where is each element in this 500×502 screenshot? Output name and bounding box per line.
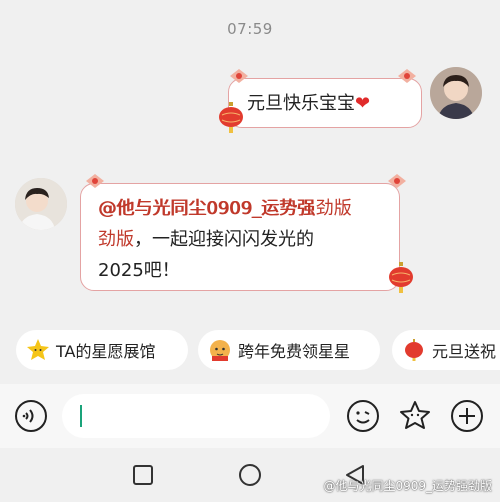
chip-new-year-blessing[interactable]: 元旦送祝 bbox=[392, 330, 500, 370]
recents-square-icon[interactable] bbox=[132, 464, 154, 486]
home-circle-icon[interactable] bbox=[238, 463, 262, 487]
watermark: @他与光同尘0909_运势强劲版 bbox=[323, 479, 492, 493]
knot-decoration-icon bbox=[86, 174, 104, 188]
knot-decoration-icon bbox=[230, 69, 248, 83]
chip-new-year-stars[interactable]: 跨年免费领星星 bbox=[198, 330, 380, 370]
quick-action-chips: TA的星愿展馆 跨年免费领星星 元旦送祝 bbox=[0, 330, 500, 372]
my-avatar[interactable] bbox=[430, 67, 482, 119]
star-sticker-icon[interactable] bbox=[398, 399, 432, 433]
chip-label: TA的星愿展馆 bbox=[56, 342, 156, 361]
lantern-decoration-icon bbox=[219, 102, 243, 133]
knot-decoration-icon bbox=[398, 69, 416, 83]
star-face-icon bbox=[27, 339, 49, 360]
plus-icon[interactable] bbox=[450, 399, 484, 433]
system-nav-bar: @他与光同尘0909_运势强劲版 bbox=[0, 448, 500, 502]
chip-label: 跨年免费领星星 bbox=[238, 342, 351, 361]
heart-emoji: ❤ bbox=[355, 93, 371, 114]
text-caret bbox=[80, 405, 82, 427]
status-time: 07:59 bbox=[227, 20, 273, 38]
message-input[interactable] bbox=[62, 394, 330, 438]
chat-input-bar bbox=[0, 384, 500, 448]
tiger-cub-icon bbox=[210, 340, 230, 361]
message-text-line1: @他与光同尘0909_运势强 bbox=[98, 198, 315, 219]
emoji-icon[interactable] bbox=[346, 399, 380, 433]
contact-avatar[interactable] bbox=[15, 178, 67, 230]
lantern-decoration-icon bbox=[389, 262, 413, 293]
knot-decoration-icon bbox=[388, 174, 406, 188]
lantern-icon bbox=[405, 339, 423, 361]
voice-icon[interactable] bbox=[14, 399, 48, 433]
chip-label: 元旦送祝 bbox=[432, 342, 497, 361]
message-text: 元旦快乐宝宝 bbox=[247, 93, 355, 114]
message-bubble-right[interactable]: 元旦快乐宝宝❤ bbox=[228, 78, 422, 128]
chip-star-gallery[interactable]: TA的星愿展馆 bbox=[16, 330, 188, 370]
message-text-line2: 劲版，一起迎接闪闪发光的 bbox=[98, 229, 314, 250]
message-text-line3: 2025吧！ bbox=[98, 260, 180, 281]
